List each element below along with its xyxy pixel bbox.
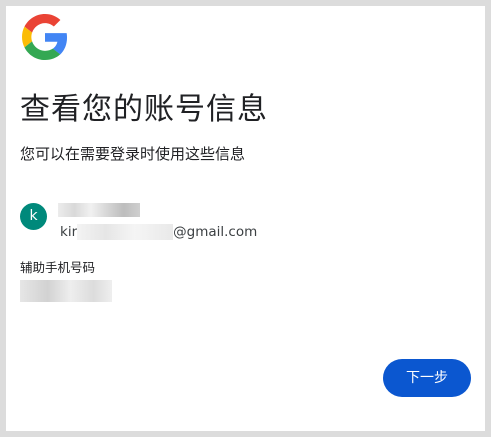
- recovery-phone-label: 辅助手机号码: [20, 260, 96, 275]
- redacted-account-name: [58, 203, 140, 217]
- next-button[interactable]: 下一步: [383, 359, 471, 397]
- avatar: k: [20, 203, 47, 230]
- account-email: kir @gmail.com: [60, 224, 257, 240]
- redacted-email-part: [77, 224, 174, 240]
- email-domain: @gmail.com: [173, 224, 258, 240]
- google-logo-icon: [22, 14, 68, 60]
- redacted-recovery-phone: [20, 280, 112, 302]
- email-prefix: kir: [60, 224, 78, 240]
- page-subtitle: 您可以在需要登录时使用这些信息: [20, 145, 246, 163]
- account-info-card: 查看您的账号信息 您可以在需要登录时使用这些信息 k kir @gmail.com…: [6, 6, 485, 431]
- page-title: 查看您的账号信息: [20, 92, 268, 127]
- account-summary: k kir @gmail.com: [20, 203, 350, 243]
